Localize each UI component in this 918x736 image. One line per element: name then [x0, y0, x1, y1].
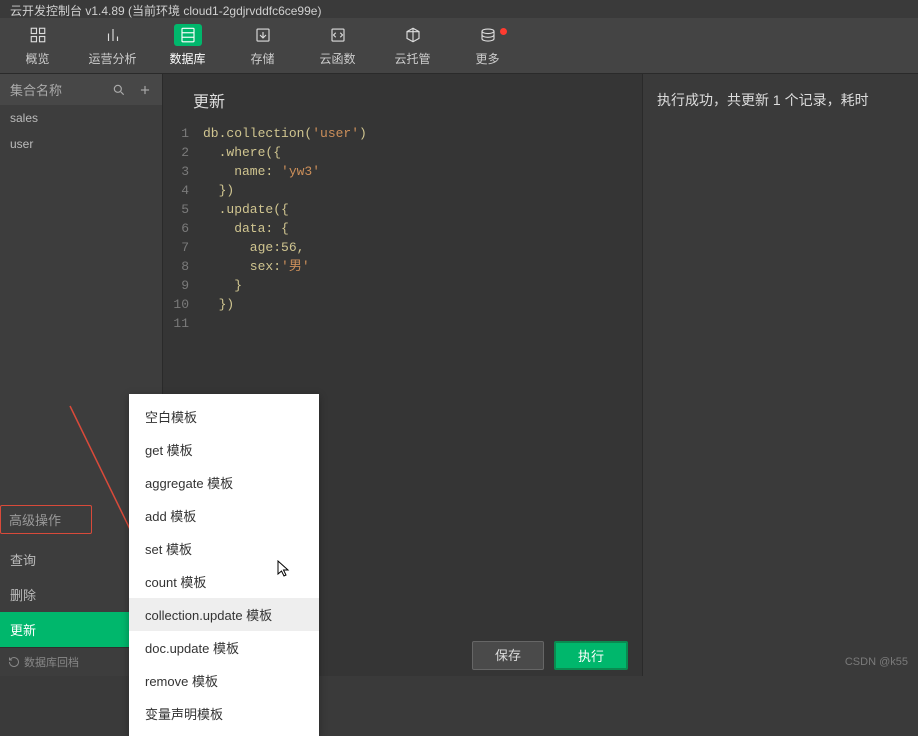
notification-dot-icon: [500, 28, 507, 35]
toolbar-analytics[interactable]: 运营分析: [75, 22, 150, 69]
main-toolbar: 概览 运营分析 数据库 存储 云函数 云托管 更多: [0, 18, 918, 74]
cloudfn-icon: [324, 24, 352, 46]
collection-item[interactable]: user: [0, 131, 162, 157]
result-panel: 执行成功，共更新 1 个记录，耗时: [643, 74, 918, 676]
toolbar-label: 存储: [250, 50, 274, 67]
save-button[interactable]: 保存: [472, 641, 544, 670]
collection-heading: 集合名称: [10, 80, 62, 99]
menu-item[interactable]: doc.update 模板: [129, 631, 319, 664]
menu-item[interactable]: 空白模板: [129, 400, 319, 433]
toolbar-label: 云托管: [394, 50, 430, 67]
collection-item[interactable]: sales: [0, 105, 162, 131]
overview-icon: [24, 24, 52, 46]
analytics-icon: [99, 24, 127, 46]
storage-icon: [249, 24, 277, 46]
search-icon[interactable]: [112, 83, 126, 97]
toolbar-hosting[interactable]: 云托管: [375, 22, 450, 69]
watermark: CSDN @k55: [845, 656, 908, 668]
menu-item[interactable]: aggregate 模板: [129, 466, 319, 499]
rollback-icon: [8, 656, 20, 668]
toolbar-cloudfn[interactable]: 云函数: [300, 22, 375, 69]
menu-item[interactable]: remove 模板: [129, 664, 319, 697]
menu-item[interactable]: collection.update 模板: [129, 598, 319, 631]
add-icon[interactable]: [138, 83, 152, 97]
toolbar-overview[interactable]: 概览: [0, 22, 75, 69]
toolbar-more[interactable]: 更多: [450, 22, 525, 69]
window-title: 云开发控制台 v1.4.89 (当前环境 cloud1-2gdjrvddfc6c…: [0, 0, 918, 18]
panel-title: 更新: [163, 74, 642, 120]
menu-item[interactable]: add 模板: [129, 499, 319, 532]
toolbar-label: 运营分析: [88, 50, 136, 67]
cursor-icon: [277, 560, 291, 578]
toolbar-storage[interactable]: 存储: [225, 22, 300, 69]
database-icon: [174, 24, 202, 46]
menu-item[interactable]: get 模板: [129, 433, 319, 466]
advanced-heading[interactable]: 高级操作: [0, 505, 92, 534]
toolbar-label: 概览: [25, 50, 49, 67]
more-icon: [474, 24, 502, 46]
run-button[interactable]: 执行: [554, 641, 628, 670]
hosting-icon: [399, 24, 427, 46]
result-text: 执行成功，共更新 1 个记录，耗时: [657, 90, 904, 110]
toolbar-label: 云函数: [319, 50, 355, 67]
code-editor[interactable]: 1234567891011 db.collection('user') .whe…: [163, 120, 642, 333]
toolbar-label: 更多: [475, 50, 499, 67]
menu-item[interactable]: 变量声明模板: [129, 697, 319, 730]
toolbar-database[interactable]: 数据库: [150, 22, 225, 69]
toolbar-label: 数据库: [169, 50, 205, 67]
